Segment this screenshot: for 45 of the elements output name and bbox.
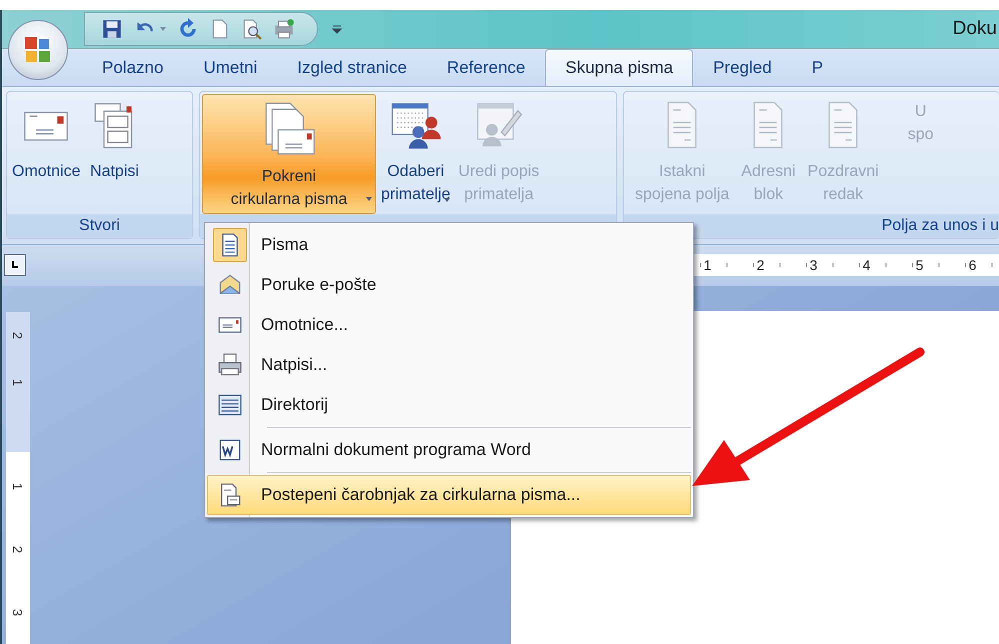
group-label: Stvori bbox=[79, 216, 120, 235]
ruler-number: 6 bbox=[968, 257, 978, 274]
group-label: Polja za unos i u bbox=[882, 216, 999, 235]
document-icon bbox=[218, 483, 242, 507]
menu-item[interactable]: Omotnice... bbox=[207, 305, 691, 345]
ribbon-button[interactable]: Omotnice bbox=[9, 94, 84, 214]
printer-icon[interactable] bbox=[273, 18, 295, 40]
ribbon-tab[interactable]: Polazno bbox=[82, 48, 184, 86]
ruler-number: 4 bbox=[862, 257, 872, 274]
email-icon bbox=[218, 273, 242, 297]
ribbon-tab[interactable]: Skupna pisma bbox=[545, 48, 694, 86]
ruler-number: 2 bbox=[756, 257, 766, 274]
ribbon-tab[interactable]: Reference bbox=[426, 48, 546, 86]
ruler-number: 3 bbox=[808, 257, 818, 274]
word-document-icon bbox=[218, 438, 242, 462]
left-tab-icon bbox=[10, 260, 20, 270]
ribbon-button[interactable]: Odaberi primatelje bbox=[378, 94, 454, 214]
caret-icon[interactable] bbox=[159, 24, 167, 33]
save-icon[interactable] bbox=[101, 18, 123, 40]
customize-menu-icon[interactable] bbox=[332, 24, 342, 34]
ribbon-button[interactable]: Natpisi bbox=[85, 94, 144, 214]
ruler-number: 5 bbox=[914, 257, 924, 274]
ruler-number: 1 bbox=[702, 257, 712, 274]
menu-item[interactable]: Direktorij bbox=[207, 385, 691, 425]
print-preview-icon[interactable] bbox=[241, 18, 263, 40]
menu-item[interactable]: Natpisi... bbox=[207, 345, 691, 385]
ruler-number: 3 bbox=[10, 608, 26, 616]
menu-item[interactable]: Poruke e-pošte bbox=[207, 265, 691, 305]
ribbon-tab[interactable]: Izgled stranice bbox=[277, 48, 427, 86]
tab-selector[interactable] bbox=[4, 254, 26, 276]
window-title: Doku bbox=[952, 18, 997, 40]
ruler-number: 2 bbox=[10, 546, 26, 554]
ribbon-tab[interactable]: Umetni bbox=[183, 48, 278, 86]
menu-item[interactable]: Pisma bbox=[207, 225, 691, 265]
office-logo-icon bbox=[23, 35, 53, 65]
ribbon-button[interactable]: Pokreni cirkularna pisma bbox=[202, 94, 376, 214]
ribbon-tab[interactable]: Pregled bbox=[693, 48, 792, 86]
list-icon bbox=[218, 393, 242, 417]
ruler-number: 1 bbox=[10, 378, 26, 386]
ruler-number: 2 bbox=[10, 332, 26, 340]
printer-icon bbox=[218, 353, 242, 377]
menu-item[interactable]: Postepeni čarobnjak za cirkularna pisma... bbox=[207, 475, 691, 515]
menu-item[interactable]: Normalni dokument programa Word bbox=[207, 430, 691, 470]
ruler-number: 1 bbox=[10, 482, 26, 490]
ribbon-tab[interactable]: P bbox=[792, 48, 844, 86]
